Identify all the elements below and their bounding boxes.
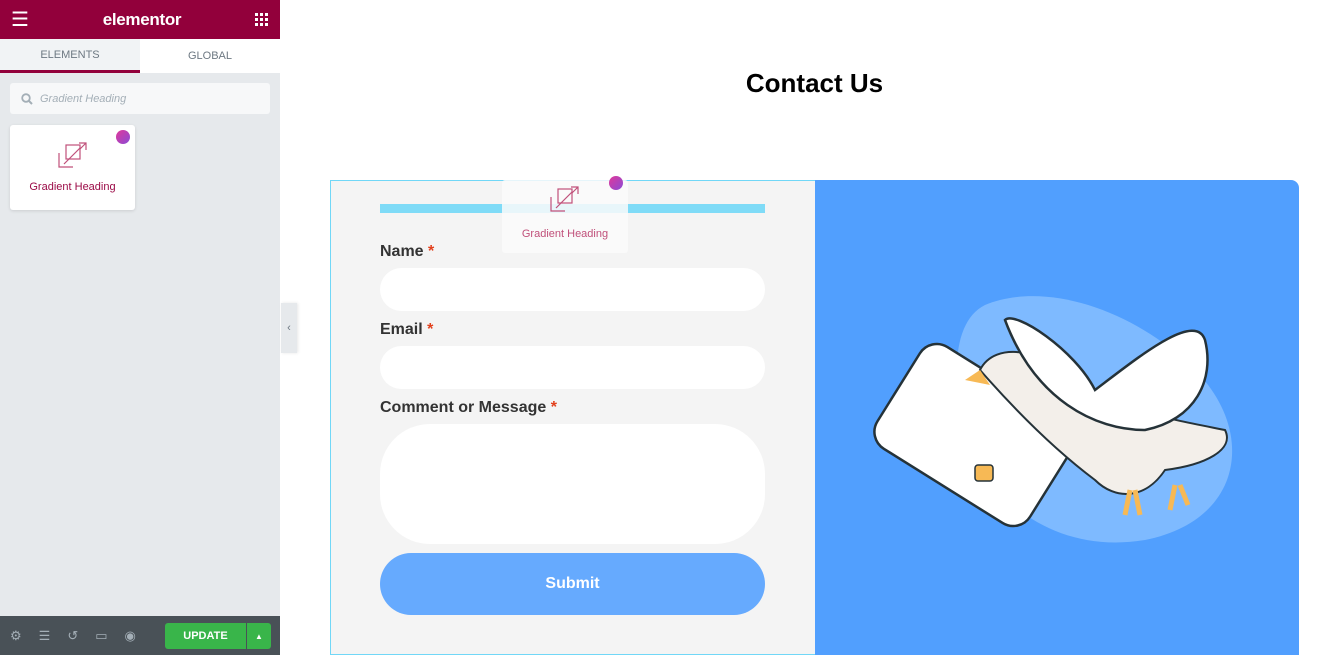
search-value: Gradient Heading <box>40 92 127 105</box>
sidebar-footer: ⚙ ☰ ↺ ▭ ◉ UPDATE ▲ <box>0 616 280 655</box>
preview-icon[interactable]: ◉ <box>125 628 136 644</box>
pro-badge-icon <box>609 176 623 190</box>
email-input[interactable] <box>380 346 765 389</box>
pigeon-illustration <box>815 180 1299 655</box>
sidebar-header: ☰ elementor <box>0 0 280 39</box>
message-textarea[interactable] <box>380 424 765 544</box>
name-label: Name * <box>380 243 435 260</box>
editor-sidebar: ☰ elementor ELEMENTS GLOBAL Gradient Hea… <box>0 0 280 655</box>
gradient-heading-icon <box>550 186 579 212</box>
email-label: Email * <box>380 321 434 338</box>
hamburger-menu-icon[interactable]: ☰ <box>11 7 29 32</box>
message-label: Comment or Message * <box>380 399 557 416</box>
widget-gradient-heading[interactable]: Gradient Heading <box>10 125 135 210</box>
layers-icon[interactable]: ☰ <box>39 628 51 644</box>
tab-elements[interactable]: ELEMENTS <box>0 39 140 73</box>
name-input[interactable] <box>380 268 765 311</box>
dragged-widget-ghost: Gradient Heading <box>502 176 628 253</box>
pigeon-envelope-image <box>873 296 1233 543</box>
collapse-sidebar-button[interactable]: ‹ <box>281 303 297 353</box>
submit-button[interactable]: Submit <box>380 553 765 615</box>
history-icon[interactable]: ↺ <box>67 628 78 644</box>
widget-label: Gradient Heading <box>29 181 116 193</box>
chevron-left-icon: ‹ <box>287 322 291 334</box>
elementor-logo: elementor <box>102 9 182 29</box>
pro-badge-icon <box>116 130 130 144</box>
gradient-heading-icon <box>57 142 87 168</box>
update-button[interactable]: UPDATE <box>165 623 246 649</box>
apps-grid-icon[interactable] <box>255 12 269 27</box>
page-title: Contact Us <box>745 68 884 98</box>
ghost-label: Gradient Heading <box>521 228 609 240</box>
tab-global[interactable]: GLOBAL <box>140 39 280 73</box>
widget-search-input[interactable]: Gradient Heading <box>10 83 270 114</box>
responsive-icon[interactable]: ▭ <box>95 628 107 644</box>
update-options-caret-icon[interactable]: ▲ <box>247 623 271 649</box>
search-icon <box>21 92 33 105</box>
settings-icon[interactable]: ⚙ <box>10 628 22 644</box>
